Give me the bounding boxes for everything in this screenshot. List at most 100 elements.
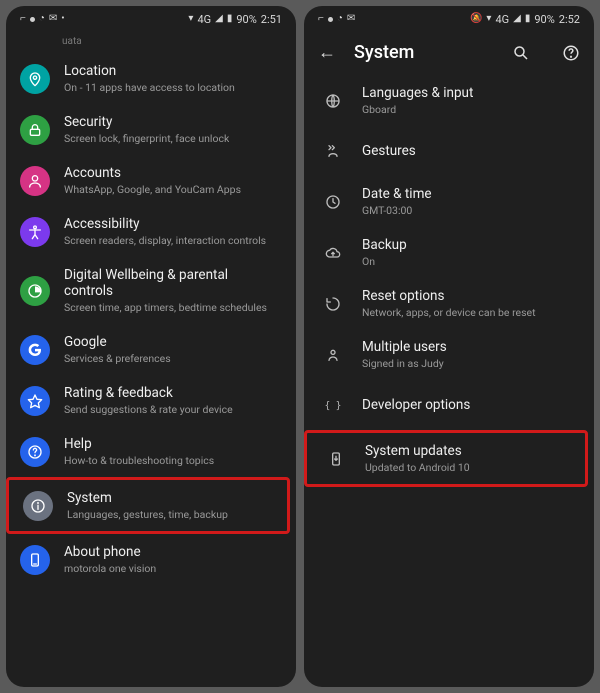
list-item[interactable]: Languages & input Gboard xyxy=(304,75,588,126)
wellbeing-icon xyxy=(20,276,50,306)
list-item[interactable]: Gestures xyxy=(304,126,588,176)
signal-icon: ◢ xyxy=(513,14,521,24)
phone-icon xyxy=(20,545,50,575)
list-item[interactable]: HelpHow-to & troubleshooting topics xyxy=(6,426,290,477)
list-item[interactable]: Backup On xyxy=(304,227,588,278)
row-text: Languages & input Gboard xyxy=(362,85,473,116)
info-icon xyxy=(23,491,53,521)
row-label: Backup xyxy=(362,237,407,253)
chat-icon: ✉ xyxy=(347,14,355,24)
row-label: Reset options xyxy=(362,288,536,304)
cloud-up-icon xyxy=(318,238,348,268)
accessibility-icon xyxy=(20,217,50,247)
row-text: SystemLanguages, gestures, time, backup xyxy=(67,490,228,521)
network-type: 4G xyxy=(197,14,211,25)
messenger-icon: ◔ xyxy=(337,14,343,24)
list-item[interactable]: Location On - 11 apps have access to loca… xyxy=(6,53,290,104)
clock-icon xyxy=(318,187,348,217)
row-text: Date & time GMT-03:00 xyxy=(362,186,432,217)
list-item[interactable]: About phonemotorola one vision xyxy=(6,534,290,585)
row-subtitle: Screen time, app timers, bedtime schedul… xyxy=(64,301,280,314)
row-subtitle: Signed in as Judy xyxy=(362,357,447,370)
settings-list[interactable]: Location On - 11 apps have access to loca… xyxy=(6,47,296,687)
phone-right-system: ⌐ ◔ ✉ 🔕 ▾ 4G ◢ ▮ 90% 2:52 ← System Langu… xyxy=(304,6,594,687)
row-text: GoogleServices & preferences xyxy=(64,334,171,365)
list-item[interactable]: { } Developer options xyxy=(304,380,588,430)
row-text: Accounts WhatsApp, Google, and YouCam App… xyxy=(64,165,241,196)
row-subtitle: WhatsApp, Google, and YouCam Apps xyxy=(64,183,241,196)
row-text: Reset options Network, apps, or device ca… xyxy=(362,288,536,319)
row-text: Rating & feedback Send suggestions & rate… xyxy=(64,385,233,416)
row-label: Languages & input xyxy=(362,85,473,101)
svg-text:{ }: { } xyxy=(325,400,341,411)
row-label: Rating & feedback xyxy=(64,385,233,401)
globe-icon xyxy=(318,86,348,116)
row-subtitle: Network, apps, or device can be reset xyxy=(362,306,536,319)
row-text: Accessibility Screen readers, display, in… xyxy=(64,216,266,247)
row-text: Developer options xyxy=(362,397,470,413)
row-subtitle: Screen readers, display, interaction con… xyxy=(64,234,266,247)
row-text: Backup On xyxy=(362,237,407,268)
phone-left-settings: ⌐ ◔ ✉ • ▾ 4G ◢ ▮ 90% 2:51 uata LocationO… xyxy=(6,6,296,687)
statusbar-right: ▾ 4G ◢ ▮ 90% 2:51 xyxy=(188,14,282,25)
list-item[interactable]: SecurityScreen lock, fingerprint, face u… xyxy=(6,104,290,155)
more-icon: • xyxy=(61,14,64,24)
gestures-icon xyxy=(318,136,348,166)
row-label: Accessibility xyxy=(64,216,266,232)
update-phone-icon xyxy=(321,444,351,474)
statusbar-right: 🔕 ▾ 4G ◢ ▮ 90% 2:52 xyxy=(470,14,580,25)
row-subtitle: Screen lock, fingerprint, face unlock xyxy=(64,132,229,145)
list-item[interactable]: Digital Wellbeing & parental controls Scr… xyxy=(6,257,290,324)
row-label: Digital Wellbeing & parental controls xyxy=(64,267,280,299)
row-label: Location xyxy=(64,63,235,79)
row-text: About phonemotorola one vision xyxy=(64,544,156,575)
row-subtitle: GMT-03:00 xyxy=(362,204,432,217)
row-text: Digital Wellbeing & parental controls Scr… xyxy=(64,267,280,314)
row-label: Date & time xyxy=(362,186,432,202)
users-icon xyxy=(318,340,348,370)
statusbar: ⌐ ◔ ✉ • ▾ 4G ◢ ▮ 90% 2:51 xyxy=(6,6,296,32)
location-icon xyxy=(20,64,50,94)
statusbar: ⌐ ◔ ✉ 🔕 ▾ 4G ◢ ▮ 90% 2:52 xyxy=(304,6,594,32)
row-label: Accounts xyxy=(64,165,241,181)
row-subtitle: On - 11 apps have access to location xyxy=(64,81,235,94)
row-text: HelpHow-to & troubleshooting topics xyxy=(64,436,214,467)
system-header: ← System xyxy=(304,32,594,69)
list-item[interactable]: Rating & feedback Send suggestions & rate… xyxy=(6,375,290,426)
list-item[interactable]: Accounts WhatsApp, Google, and YouCam App… xyxy=(6,155,290,206)
list-item[interactable]: System updatesUpdated to Android 10 xyxy=(304,430,588,487)
list-item[interactable]: Date & time GMT-03:00 xyxy=(304,176,588,227)
list-item[interactable]: Multiple usersSigned in as Judy xyxy=(304,329,588,380)
list-item[interactable]: SystemLanguages, gestures, time, backup xyxy=(6,477,290,534)
star-icon xyxy=(20,386,50,416)
list-item[interactable]: Reset options Network, apps, or device ca… xyxy=(304,278,588,329)
row-subtitle: motorola one vision xyxy=(64,562,156,575)
row-subtitle: Updated to Android 10 xyxy=(365,461,470,474)
help-icon xyxy=(20,437,50,467)
clock-time: 2:52 xyxy=(559,14,580,25)
row-label: Developer options xyxy=(362,397,470,413)
notification-dot-icon xyxy=(328,17,333,22)
row-subtitle: On xyxy=(362,255,407,268)
list-item[interactable]: Accessibility Screen readers, display, in… xyxy=(6,206,290,257)
row-label: System xyxy=(67,490,228,506)
row-text: Location On - 11 apps have access to loca… xyxy=(64,63,235,94)
help-button[interactable] xyxy=(562,44,580,62)
back-button[interactable]: ← xyxy=(318,42,336,63)
notification-dot-icon xyxy=(30,17,35,22)
signal-icon: ◢ xyxy=(215,14,223,24)
system-list[interactable]: Languages & input Gboard Gestures Date & ti… xyxy=(304,69,594,687)
chat-icon: ✉ xyxy=(49,14,57,24)
list-item[interactable]: GoogleServices & preferences xyxy=(6,324,290,375)
search-button[interactable] xyxy=(512,44,530,62)
row-subtitle: Gboard xyxy=(362,103,473,116)
statusbar-left: ⌐ ◔ ✉ • xyxy=(20,14,65,24)
row-text: Gestures xyxy=(362,143,416,159)
row-text: System updatesUpdated to Android 10 xyxy=(365,443,470,474)
row-text: SecurityScreen lock, fingerprint, face u… xyxy=(64,114,229,145)
wifi-icon: ▾ xyxy=(188,14,193,24)
google-icon xyxy=(20,335,50,365)
reset-icon xyxy=(318,289,348,319)
row-subtitle: Send suggestions & rate your device xyxy=(64,403,233,416)
wifi-icon: ▾ xyxy=(486,14,491,24)
